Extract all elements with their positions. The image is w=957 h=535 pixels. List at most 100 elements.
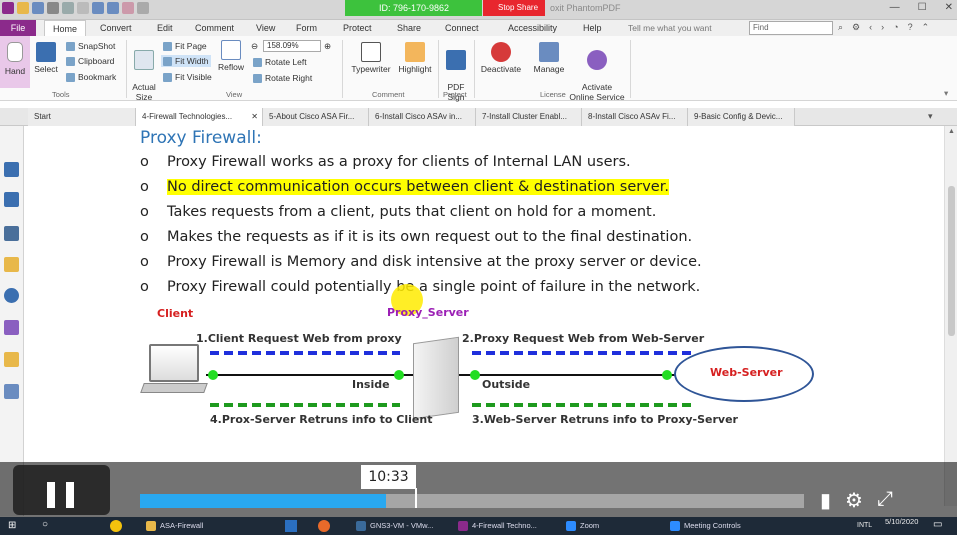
highlight-button[interactable]: Highlight [396,42,434,74]
bell-icon[interactable]: ◔ [893,22,898,33]
hand-tool-icon[interactable] [122,2,134,14]
find-input[interactable]: Find [749,21,833,35]
doc-tab-start[interactable]: Start [28,108,136,126]
ribbon-collapse-icon[interactable]: ▾ [944,88,948,99]
manage-button[interactable]: Manage [530,42,568,74]
volume-icon[interactable]: ▮ [820,488,831,513]
start-icon[interactable]: ⊞ [8,520,16,531]
new-icon[interactable] [77,2,89,14]
layers-icon[interactable] [4,192,19,207]
close-icon[interactable]: ✕ [945,2,953,13]
reflow-button[interactable]: Reflow [216,40,246,72]
stop-share-button[interactable]: Stop Share [483,0,545,16]
activate-online-button[interactable]: Activate Online Service [568,40,626,102]
hand-button[interactable]: Hand [0,36,30,88]
gear-icon[interactable]: ⚙ [845,488,863,513]
bookmark-button[interactable]: Bookmark [66,72,116,82]
search-icon[interactable]: ⌕ [838,22,843,33]
bullet-item: o Makes the requests as if it is its own … [140,229,693,245]
scroll-thumb[interactable] [948,186,955,336]
scroll-up-icon[interactable]: ▲ [948,128,955,135]
zoom-out-icon[interactable]: ⊖ [251,41,258,52]
clipboard-button[interactable]: Clipboard [66,56,114,66]
chrome-icon[interactable] [110,520,122,532]
taskbar-item[interactable]: GNS3-VM - VMw... [356,519,433,533]
save-icon[interactable] [32,2,44,14]
task-view-icon[interactable]: ○ [42,519,48,530]
tab-accessibility[interactable]: Accessibility [508,20,557,36]
open-icon[interactable] [17,2,29,14]
app-title: oxit PhantomPDF [550,3,621,13]
zoom-meeting-id[interactable]: ID: 796-170-9862 [345,0,482,16]
tab-form[interactable]: Form [296,20,317,36]
firefox-icon[interactable] [318,520,330,532]
chevron-right-icon[interactable]: › [881,22,884,33]
minimize-icon[interactable]: — [890,2,900,13]
tab-share[interactable]: Share [397,20,421,36]
chevron-left-icon[interactable]: ‹ [869,22,872,33]
doc-tab[interactable]: 8-Install Cisco ASAv Fi... [582,108,688,126]
tab-home[interactable]: Home [44,20,87,36]
taskbar-item[interactable]: Meeting Controls [670,519,741,533]
tab-list-icon[interactable]: ▾ [928,111,933,122]
zoom-in-icon[interactable]: ⊕ [324,41,331,52]
typewriter-button[interactable]: Typewriter [349,42,393,74]
fullscreen-icon[interactable]: ⤢ [877,488,893,513]
maximize-icon[interactable]: ☐ [918,2,927,13]
tab-comment[interactable]: Comment [195,20,234,36]
fit-width-button[interactable]: Fit Width [161,55,211,67]
video-right-controls: ▮ ⚙ ⤢ [820,488,893,513]
select-tool-icon[interactable] [137,2,149,14]
vertical-scrollbar[interactable]: ▲ [944,126,957,506]
fit-visible-button[interactable]: Fit Visible [163,72,212,82]
undo-icon[interactable] [92,2,104,14]
actual-size-button[interactable]: Actual Size [130,40,158,102]
tell-me-input[interactable]: Tell me what you want [628,23,712,33]
select-button[interactable]: Select [33,42,59,74]
taskbar-item[interactable]: ASA-Firewall [146,519,203,533]
pages-icon[interactable] [4,162,19,177]
accessibility-icon[interactable] [4,384,19,399]
attachment-icon[interactable] [4,288,19,303]
close-tab-icon[interactable]: ✕ [251,108,258,126]
pause-button[interactable] [13,465,110,515]
tab-edit[interactable]: Edit [157,20,173,36]
rotate-right-button[interactable]: Rotate Right [253,73,312,83]
redo-icon[interactable] [107,2,119,14]
diagram-client-label: Client [157,307,194,320]
page-title: Proxy Firewall: [140,128,262,148]
taskbar-item[interactable]: 4-Firewall Techno... [458,519,537,533]
help-icon[interactable]: ? [908,22,913,33]
collapse-icon[interactable]: ⌃ [922,22,930,33]
request-arrow-1 [210,351,400,355]
notification-icon[interactable]: ▭ [933,519,942,530]
taskbar-item[interactable]: Zoom [566,519,599,533]
rotate-left-button[interactable]: Rotate Left [253,57,307,67]
comments-icon[interactable] [4,257,19,272]
doc-tab[interactable]: 5-About Cisco ASA Fir... [263,108,369,126]
outlook-icon[interactable] [285,520,297,532]
tab-help[interactable]: Help [583,20,602,36]
progress-marker[interactable] [415,488,417,508]
laptop-icon [149,344,199,382]
doc-tab-active[interactable]: 4-Firewall Technologies... ✕ [136,108,263,126]
bookmarks-icon[interactable] [4,226,19,241]
file-menu[interactable]: File [0,20,36,36]
print-icon[interactable] [47,2,59,14]
tab-protect[interactable]: Protect [343,20,372,36]
gear-icon[interactable]: ⚙ [852,22,860,33]
snapshot-button[interactable]: SnapShot [66,41,115,51]
fit-page-button[interactable]: Fit Page [163,41,207,51]
tab-convert[interactable]: Convert [100,20,132,36]
email-icon[interactable] [62,2,74,14]
tab-view[interactable]: View [256,20,275,36]
signature-icon[interactable] [4,320,19,335]
deactivate-button[interactable]: Deactivate [478,42,524,74]
doc-tab[interactable]: 6-Install Cisco ASAv in... [369,108,476,126]
zoom-level-select[interactable]: 158.09% [263,40,321,52]
lock-icon[interactable] [4,352,19,367]
doc-tab[interactable]: 7-Install Cluster Enabl... [476,108,582,126]
tab-connect[interactable]: Connect [445,20,479,36]
doc-tab[interactable]: 9-Basic Config & Devic... [688,108,795,126]
users-icon [587,50,607,70]
